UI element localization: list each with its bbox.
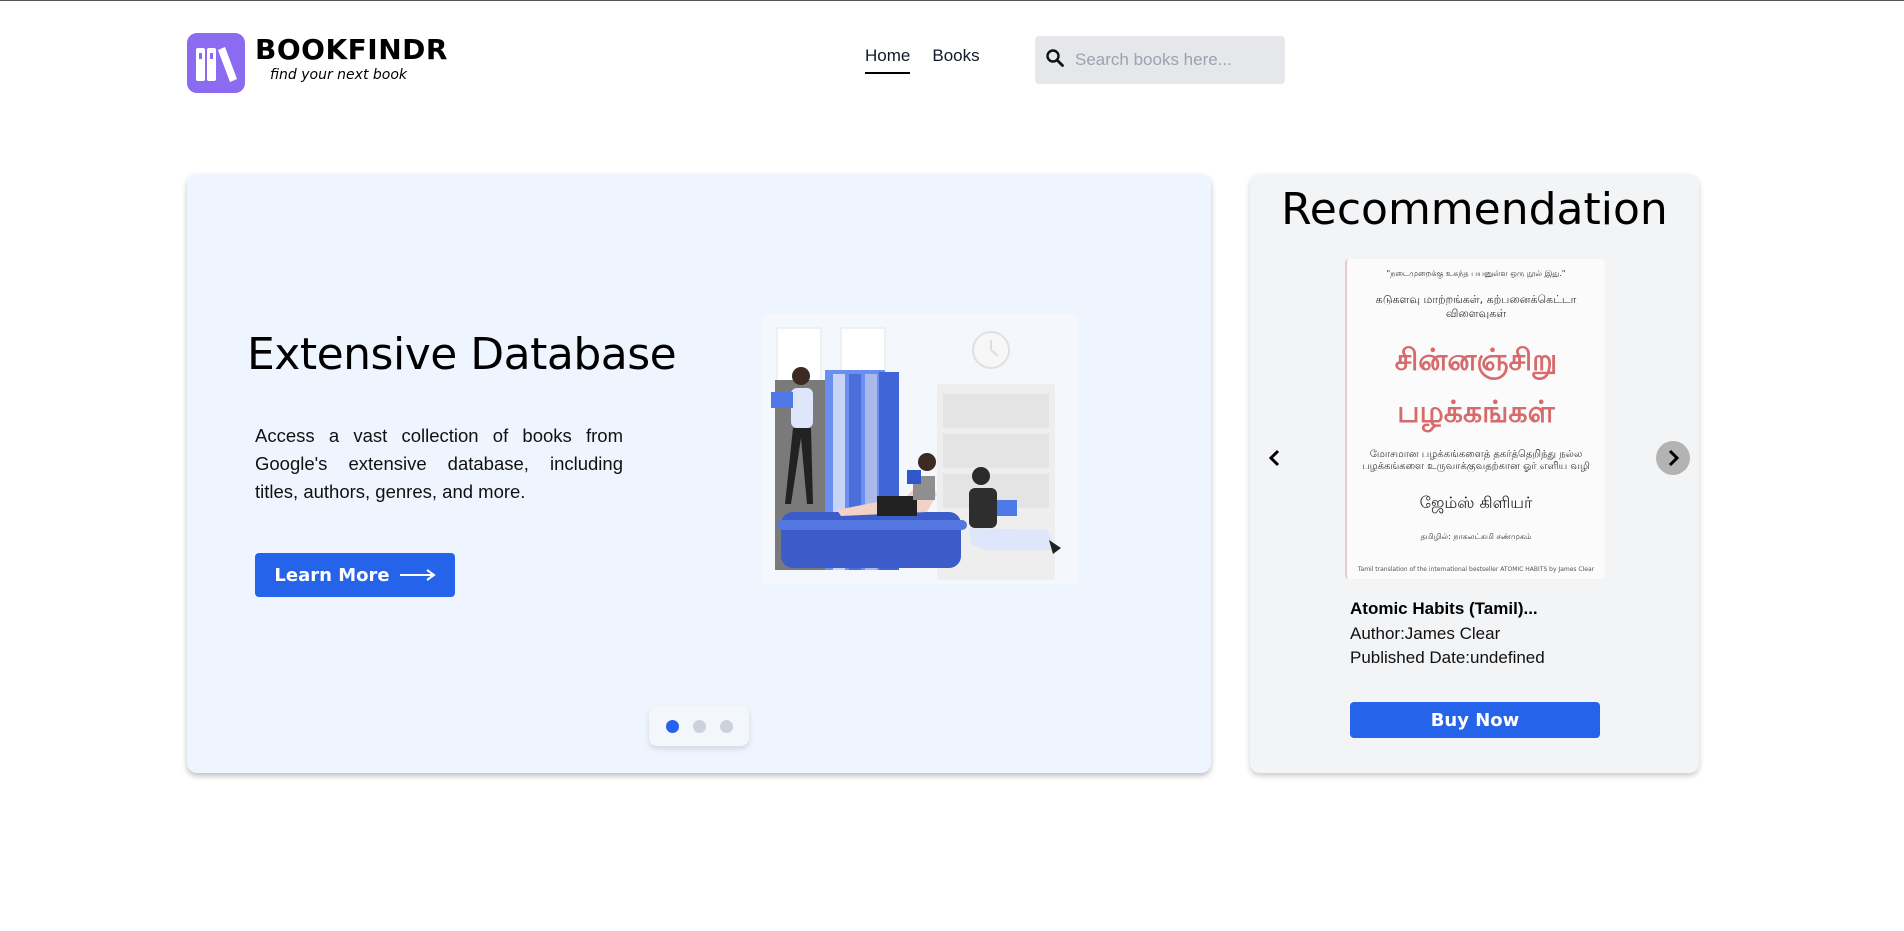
recommendation-card: Recommendation "நடைமுறைக்கு உகந்த பயனுள்… bbox=[1250, 174, 1699, 773]
search-icon bbox=[1045, 48, 1065, 73]
main-nav: Home Books bbox=[865, 46, 980, 74]
cover-quote: "நடைமுறைக்கு உகந்த பயனுள்ள ஒரு நூல் இது.… bbox=[1386, 269, 1566, 278]
buy-now-button[interactable]: Buy Now bbox=[1350, 702, 1600, 738]
chevron-left-icon[interactable] bbox=[1258, 441, 1292, 475]
people-reading-books-illustration bbox=[757, 304, 1077, 584]
carousel-indicators bbox=[649, 706, 749, 746]
nav-books[interactable]: Books bbox=[932, 46, 979, 74]
learn-more-button[interactable]: Learn More bbox=[255, 553, 455, 597]
hero-title: Extensive Database bbox=[247, 329, 677, 380]
carousel-dot-1[interactable] bbox=[665, 719, 679, 733]
arrow-right-icon bbox=[399, 565, 436, 586]
cover-description: மோசமான பழக்கங்களைத் தகர்த்தெறிந்து நல்ல … bbox=[1362, 449, 1590, 472]
search-bar[interactable] bbox=[1035, 36, 1285, 84]
book-author: Author:James Clear bbox=[1350, 624, 1501, 643]
search-input[interactable] bbox=[1075, 50, 1275, 70]
cover-author: ஜேம்ஸ் கிளியர் bbox=[1419, 493, 1533, 512]
carousel-dot-3[interactable] bbox=[719, 719, 733, 733]
brand-tagline: find your next book bbox=[270, 67, 408, 83]
nav-home[interactable]: Home bbox=[865, 46, 911, 74]
cover-footer: Tamil translation of the international b… bbox=[1357, 566, 1595, 573]
chevron-right-icon[interactable] bbox=[1656, 441, 1690, 475]
cover-main-title-2: பழக்கங்கள் bbox=[1397, 395, 1555, 430]
cover-main-title-1: சின்னஞ்சிறு bbox=[1394, 343, 1558, 378]
cover-translator: தமிழில்: நாகலட்சுமி சண்முகம் bbox=[1420, 532, 1532, 541]
book-title[interactable]: Atomic Habits (Tamil)... bbox=[1350, 599, 1538, 619]
brand-name: BOOKFINDR bbox=[255, 33, 448, 66]
book-published-date: Published Date:undefined bbox=[1350, 648, 1545, 667]
hero-carousel: Extensive Database Access a vast collect… bbox=[187, 174, 1211, 773]
hero-description: Access a vast collection of books from G… bbox=[255, 425, 623, 502]
cover-subtitle: கடுகளவு மாற்றங்கள், கற்பனைக்கெட்டா விளைவ… bbox=[1375, 293, 1577, 320]
carousel-dot-2[interactable] bbox=[692, 719, 706, 733]
brand-logo[interactable]: BOOKFINDR find your next book bbox=[187, 33, 448, 93]
recommendation-title: Recommendation bbox=[1281, 184, 1668, 235]
books-logo-icon bbox=[187, 33, 245, 93]
book-cover[interactable]: "நடைமுறைக்கு உகந்த பயனுள்ள ஒரு நூல் இது.… bbox=[1345, 259, 1605, 579]
learn-more-label: Learn More bbox=[274, 564, 390, 586]
